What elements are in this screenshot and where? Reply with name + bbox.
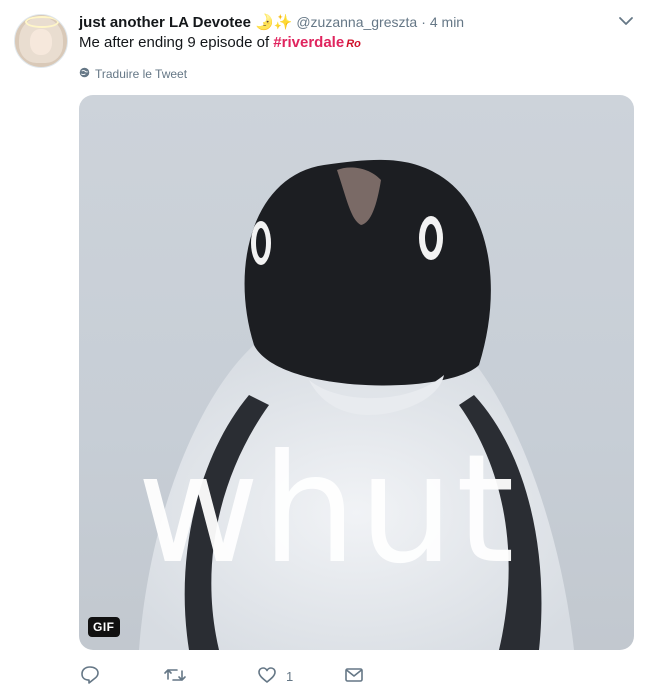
- retweet-icon: [163, 664, 187, 689]
- globe-icon: [79, 67, 90, 81]
- author-handle[interactable]: @zuzanna_greszta: [296, 14, 417, 30]
- tweet-card[interactable]: just another LA Devotee 🌛✨ @zuzanna_gres…: [0, 0, 649, 694]
- avatar-halo: [25, 16, 59, 28]
- author-name[interactable]: just another LA Devotee: [79, 14, 251, 31]
- heart-icon: [256, 664, 278, 689]
- separator-dot: ·: [421, 14, 426, 30]
- like-count: 1: [286, 669, 294, 684]
- translate-label: Traduire le Tweet: [95, 67, 188, 81]
- gif-overlay-text: whut: [137, 423, 517, 597]
- author-emoji: 🌛✨: [254, 14, 293, 31]
- translate-tweet-link[interactable]: Traduire le Tweet: [79, 67, 187, 81]
- retweet-button[interactable]: [163, 664, 195, 689]
- hashtag-link[interactable]: #riverdale: [273, 34, 344, 51]
- tweet-actions: 1: [79, 664, 634, 690]
- reply-icon: [79, 664, 101, 689]
- avatar-face: [30, 29, 52, 55]
- chevron-down-icon[interactable]: [617, 12, 635, 30]
- tweet-timestamp[interactable]: 4 min: [430, 14, 464, 30]
- gif-media[interactable]: whut GIF: [79, 95, 634, 650]
- direct-message-button[interactable]: [343, 664, 373, 689]
- reply-button[interactable]: [79, 664, 109, 689]
- envelope-icon: [343, 664, 365, 689]
- avatar[interactable]: [14, 14, 68, 68]
- gif-badge: GIF: [88, 617, 120, 637]
- tweet-text: Me after ending 9 episode of #riverdale R…: [79, 34, 361, 51]
- hashtag-emoji: Ro: [346, 38, 361, 50]
- tweet-header: just another LA Devotee 🌛✨ @zuzanna_gres…: [79, 12, 464, 32]
- like-button[interactable]: 1: [256, 664, 293, 689]
- tweet-text-body: Me after ending 9 episode of: [79, 34, 274, 51]
